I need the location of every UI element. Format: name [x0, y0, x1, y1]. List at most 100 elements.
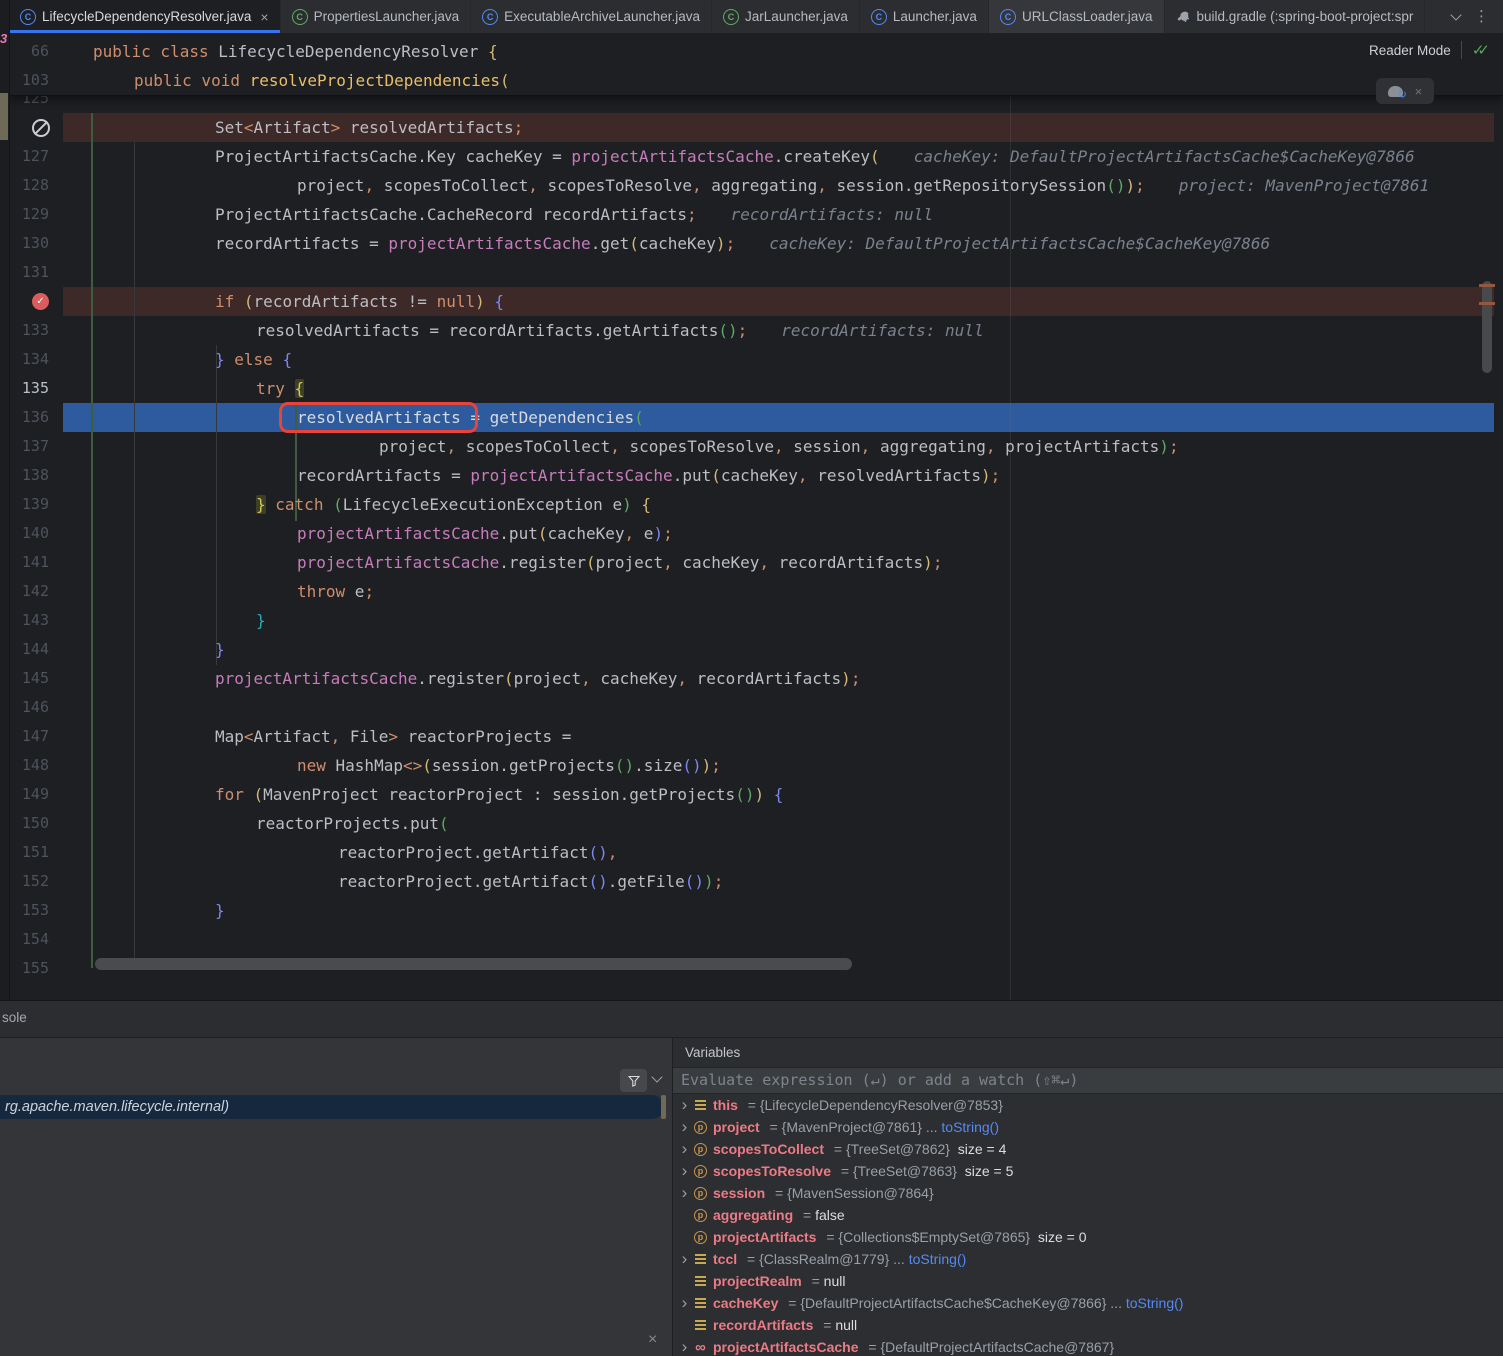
line-number-151[interactable]: 151: [9, 838, 49, 867]
expand-chevron-icon[interactable]: ›: [677, 1139, 692, 1159]
tab-executablearchivelauncher-java[interactable]: CExecutableArchiveLauncher.java: [471, 0, 712, 33]
line-number-131[interactable]: 131: [9, 258, 49, 287]
expand-chevron-icon[interactable]: ›: [677, 1293, 692, 1313]
param-variable-icon: p: [692, 1187, 709, 1200]
code-token: aggregating: [880, 437, 986, 456]
chevron-down-icon[interactable]: [651, 1071, 662, 1082]
variable-row-recordArtifacts[interactable]: recordArtifacts = null: [673, 1314, 1503, 1336]
variable-row-scopesToResolve[interactable]: ›pscopesToResolve = {TreeSet@7863} size …: [673, 1160, 1503, 1182]
variable-row-projectArtifactsCache[interactable]: ›∞projectArtifactsCache = {DefaultProjec…: [673, 1336, 1503, 1356]
tostring-link[interactable]: toString(): [941, 1119, 999, 1135]
assistant-icon[interactable]: ↻: [1388, 86, 1403, 97]
variable-row-aggregating[interactable]: paggregating = false: [673, 1204, 1503, 1226]
variable-value: size = 4: [950, 1141, 1006, 1157]
expand-chevron-icon[interactable]: ›: [677, 1117, 692, 1137]
line-number-147[interactable]: 147: [9, 722, 49, 751]
line-number-139[interactable]: 139: [9, 490, 49, 519]
left-strip-badge: 3: [0, 31, 7, 46]
line-number-152[interactable]: 152: [9, 867, 49, 896]
variable-row-tccl[interactable]: ›tccl = {ClassRealm@1779} ... toString(): [673, 1248, 1503, 1270]
variable-row-this[interactable]: ›this = {LifecycleDependencyResolver@785…: [673, 1094, 1503, 1116]
line-number-138[interactable]: 138: [9, 461, 49, 490]
sticky-line-number-103[interactable]: 103: [9, 66, 49, 95]
line-number-154[interactable]: 154: [9, 925, 49, 954]
line-number-144[interactable]: 144: [9, 635, 49, 664]
muted-breakpoint-icon[interactable]: [32, 119, 50, 137]
evaluate-expression-input[interactable]: Evaluate expression (↵) or add a watch (…: [673, 1068, 1503, 1094]
variable-row-session[interactable]: ›psession = {MavenSession@7864}: [673, 1182, 1503, 1204]
line-number-128[interactable]: 128: [9, 171, 49, 200]
variable-row-scopesToCollect[interactable]: ›pscopesToCollect = {TreeSet@7862} size …: [673, 1138, 1503, 1160]
tab-urlclassloader-java[interactable]: CURLClassLoader.java: [989, 0, 1165, 33]
expand-chevron-icon[interactable]: ›: [677, 1337, 692, 1356]
expand-chevron-icon[interactable]: ›: [677, 1161, 692, 1181]
variable-row-projectArtifacts[interactable]: pprojectArtifacts = {Collections$EmptySe…: [673, 1226, 1503, 1248]
sticky-line-number-66[interactable]: 66: [9, 37, 49, 66]
left-tool-strip: 3: [0, 0, 10, 1000]
tab-jarlauncher-java[interactable]: CJarLauncher.java: [712, 0, 860, 33]
code-token: ,: [446, 437, 465, 456]
chevron-down-icon[interactable]: [1450, 9, 1461, 20]
line-number-136[interactable]: 136: [9, 403, 49, 432]
line-number-135[interactable]: 135: [9, 374, 49, 403]
line-number-137[interactable]: 137: [9, 432, 49, 461]
line-number-143[interactable]: 143: [9, 606, 49, 635]
tostring-link[interactable]: toString(): [909, 1251, 967, 1267]
tab-build-gradle-spring-boot-project-spr[interactable]: build.gradle (:spring-boot-project:spr: [1165, 0, 1426, 33]
line-number-146[interactable]: 146: [9, 693, 49, 722]
inspections-ok-icon[interactable]: ✓✓: [1472, 41, 1490, 59]
code-token: public class: [93, 42, 218, 61]
kebab-menu-icon[interactable]: ⋮: [1474, 9, 1489, 24]
line-number-148[interactable]: 148: [9, 751, 49, 780]
close-icon[interactable]: ×: [648, 1332, 657, 1348]
code-token: ,: [610, 437, 629, 456]
variable-row-cacheKey[interactable]: ›cacheKey = {DefaultProjectArtifactsCach…: [673, 1292, 1503, 1314]
sticky-code-line-66[interactable]: public class LifecycleDependencyResolver…: [93, 37, 498, 66]
horizontal-scrollbar[interactable]: [95, 958, 852, 970]
line-number-142[interactable]: 142: [9, 577, 49, 606]
code-token: projectArtifactsCache: [470, 466, 672, 485]
line-number-145[interactable]: 145: [9, 664, 49, 693]
code-token: (: [870, 147, 880, 166]
vertical-scrollbar[interactable]: [1482, 281, 1492, 373]
selected-stack-frame[interactable]: rg.apache.maven.lifecycle.internal): [0, 1095, 664, 1119]
variable-value: = {DefaultProjectArtifactsCache@7867}: [868, 1339, 1114, 1355]
line-number-153[interactable]: 153: [9, 896, 49, 925]
line-number-134[interactable]: 134: [9, 345, 49, 374]
tab-propertieslauncher-java[interactable]: CPropertiesLauncher.java: [281, 0, 472, 33]
expand-chevron-icon[interactable]: ›: [677, 1249, 692, 1269]
line-number-129[interactable]: 129: [9, 200, 49, 229]
debugger-panel-header: sole: [0, 1001, 1503, 1038]
line-number-149[interactable]: 149: [9, 780, 49, 809]
close-icon[interactable]: ×: [1415, 84, 1423, 99]
filter-button[interactable]: [620, 1069, 647, 1092]
line-number-150[interactable]: 150: [9, 809, 49, 838]
reader-mode-button[interactable]: Reader Mode: [1369, 43, 1451, 58]
variable-row-project[interactable]: ›pproject = {MavenProject@7861} ... toSt…: [673, 1116, 1503, 1138]
variable-row-projectRealm[interactable]: projectRealm = null: [673, 1270, 1503, 1292]
tab-console[interactable]: sole: [2, 1010, 27, 1025]
error-stripe-mark[interactable]: [1479, 284, 1495, 287]
tab-launcher-java[interactable]: CLauncher.java: [860, 0, 989, 33]
line-number-130[interactable]: 130: [9, 229, 49, 258]
breakpoint-icon[interactable]: ✓: [32, 293, 49, 310]
tab-close-icon[interactable]: ×: [260, 10, 268, 24]
line-number-141[interactable]: 141: [9, 548, 49, 577]
left-strip-scroll-thumb[interactable]: [0, 93, 8, 140]
code-token: = getDependencies: [461, 408, 634, 427]
line-number-140[interactable]: 140: [9, 519, 49, 548]
error-stripe-mark[interactable]: [1479, 302, 1495, 305]
expand-chevron-icon[interactable]: ›: [677, 1183, 692, 1203]
line-number-127[interactable]: 127: [9, 142, 49, 171]
line-number-133[interactable]: 133: [9, 316, 49, 345]
variable-name: projectRealm: [713, 1273, 806, 1289]
tostring-link[interactable]: toString(): [1126, 1295, 1184, 1311]
expand-chevron-icon[interactable]: ›: [677, 1095, 692, 1115]
code-line-149: for (MavenProject reactorProject : sessi…: [93, 780, 783, 809]
tab-lifecycledependencyresolver-java[interactable]: CLifecycleDependencyResolver.java×: [9, 0, 281, 33]
code-line-141: projectArtifactsCache.register(project, …: [93, 548, 942, 577]
line-number-155[interactable]: 155: [9, 954, 49, 983]
code-line-134: } else {: [93, 345, 292, 374]
sticky-code-line-103[interactable]: public void resolveProjectDependencies(: [93, 66, 510, 95]
code-token: >: [331, 118, 350, 137]
